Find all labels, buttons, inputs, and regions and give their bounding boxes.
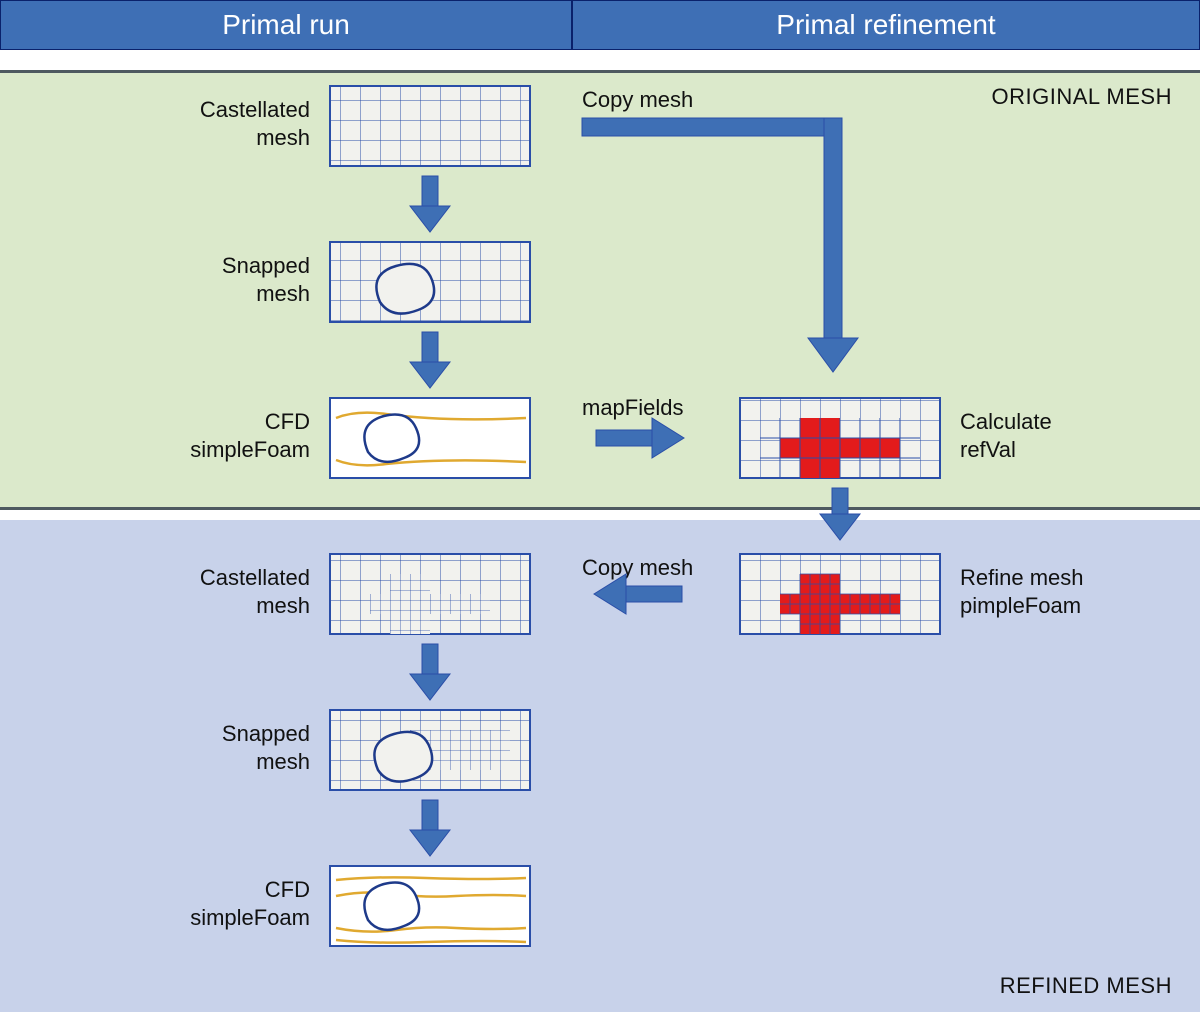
arrow-mapfields bbox=[596, 418, 684, 458]
box-cfd-2 bbox=[330, 866, 530, 946]
arrow-down-refine bbox=[820, 488, 860, 540]
box-calculate-refval bbox=[740, 398, 940, 478]
arrow-down-2 bbox=[410, 332, 450, 388]
arrow-copy-mesh-1 bbox=[582, 118, 858, 372]
box-castellated-2 bbox=[330, 554, 530, 634]
box-cfd-1 bbox=[330, 398, 530, 478]
arrow-down-1 bbox=[410, 176, 450, 232]
box-snapped-2 bbox=[330, 710, 530, 790]
arrow-down-4 bbox=[410, 800, 450, 856]
box-snapped-1 bbox=[330, 242, 530, 322]
box-castellated-1 bbox=[330, 86, 530, 166]
box-refine-pimplefoam bbox=[740, 554, 940, 634]
arrow-copy-mesh-2 bbox=[594, 574, 682, 614]
diagram-canvas bbox=[0, 0, 1200, 1013]
arrow-down-3 bbox=[410, 644, 450, 700]
